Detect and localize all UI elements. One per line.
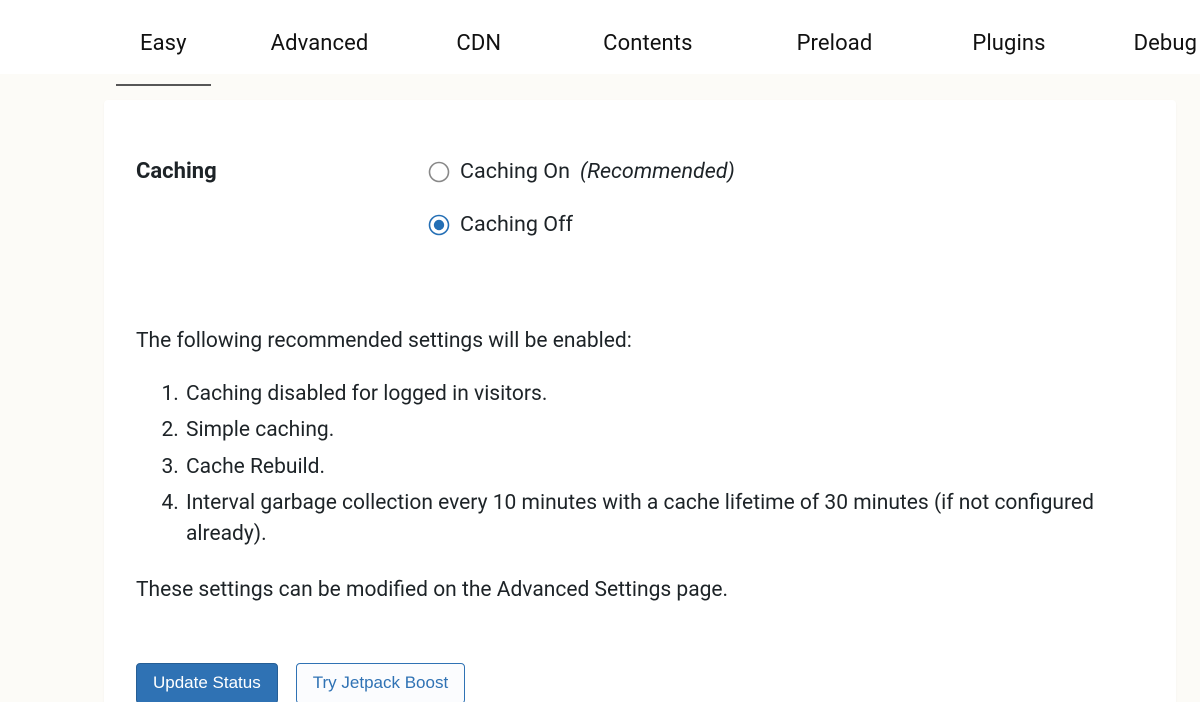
tab-advanced[interactable]: Advanced (247, 6, 393, 84)
recommended-intro: The following recommended settings will … (136, 326, 1144, 356)
radio-caching-off-label: Caching Off (460, 209, 573, 240)
list-item: Caching disabled for logged in visitors. (184, 379, 1144, 409)
list-item: Interval garbage collection every 10 min… (184, 488, 1144, 549)
list-item: Cache Rebuild. (184, 452, 1144, 482)
try-jetpack-boost-button[interactable]: Try Jetpack Boost (296, 663, 465, 702)
radio-checked-icon (428, 214, 450, 236)
radio-caching-off[interactable]: Caching Off (428, 209, 735, 240)
section-heading-caching: Caching (136, 156, 428, 262)
tab-debug[interactable]: Debug (1110, 6, 1200, 84)
advanced-settings-note: These settings can be modified on the Ad… (136, 575, 1144, 605)
radio-caching-on-label: Caching On (460, 156, 570, 187)
caching-radio-group: Caching On (Recommended) Caching Off (428, 156, 735, 262)
form-actions: Update Status Try Jetpack Boost (136, 663, 1144, 702)
radio-unchecked-icon (428, 161, 450, 183)
tab-cdn[interactable]: CDN (432, 6, 525, 84)
radio-caching-on[interactable]: Caching On (Recommended) (428, 156, 735, 187)
settings-tabs: Easy Advanced CDN Contents Preload Plugi… (0, 0, 1200, 74)
update-status-button[interactable]: Update Status (136, 663, 278, 702)
recommended-settings-list: Caching disabled for logged in visitors.… (184, 379, 1144, 549)
list-item: Simple caching. (184, 415, 1144, 445)
easy-settings-panel: Caching Caching On (Recommended) Caching… (104, 100, 1176, 702)
tab-contents[interactable]: Contents (579, 6, 716, 84)
tab-easy[interactable]: Easy (116, 6, 211, 86)
tab-preload[interactable]: Preload (773, 6, 897, 84)
radio-caching-on-note: (Recommended) (580, 156, 735, 187)
tab-plugins[interactable]: Plugins (948, 6, 1069, 84)
